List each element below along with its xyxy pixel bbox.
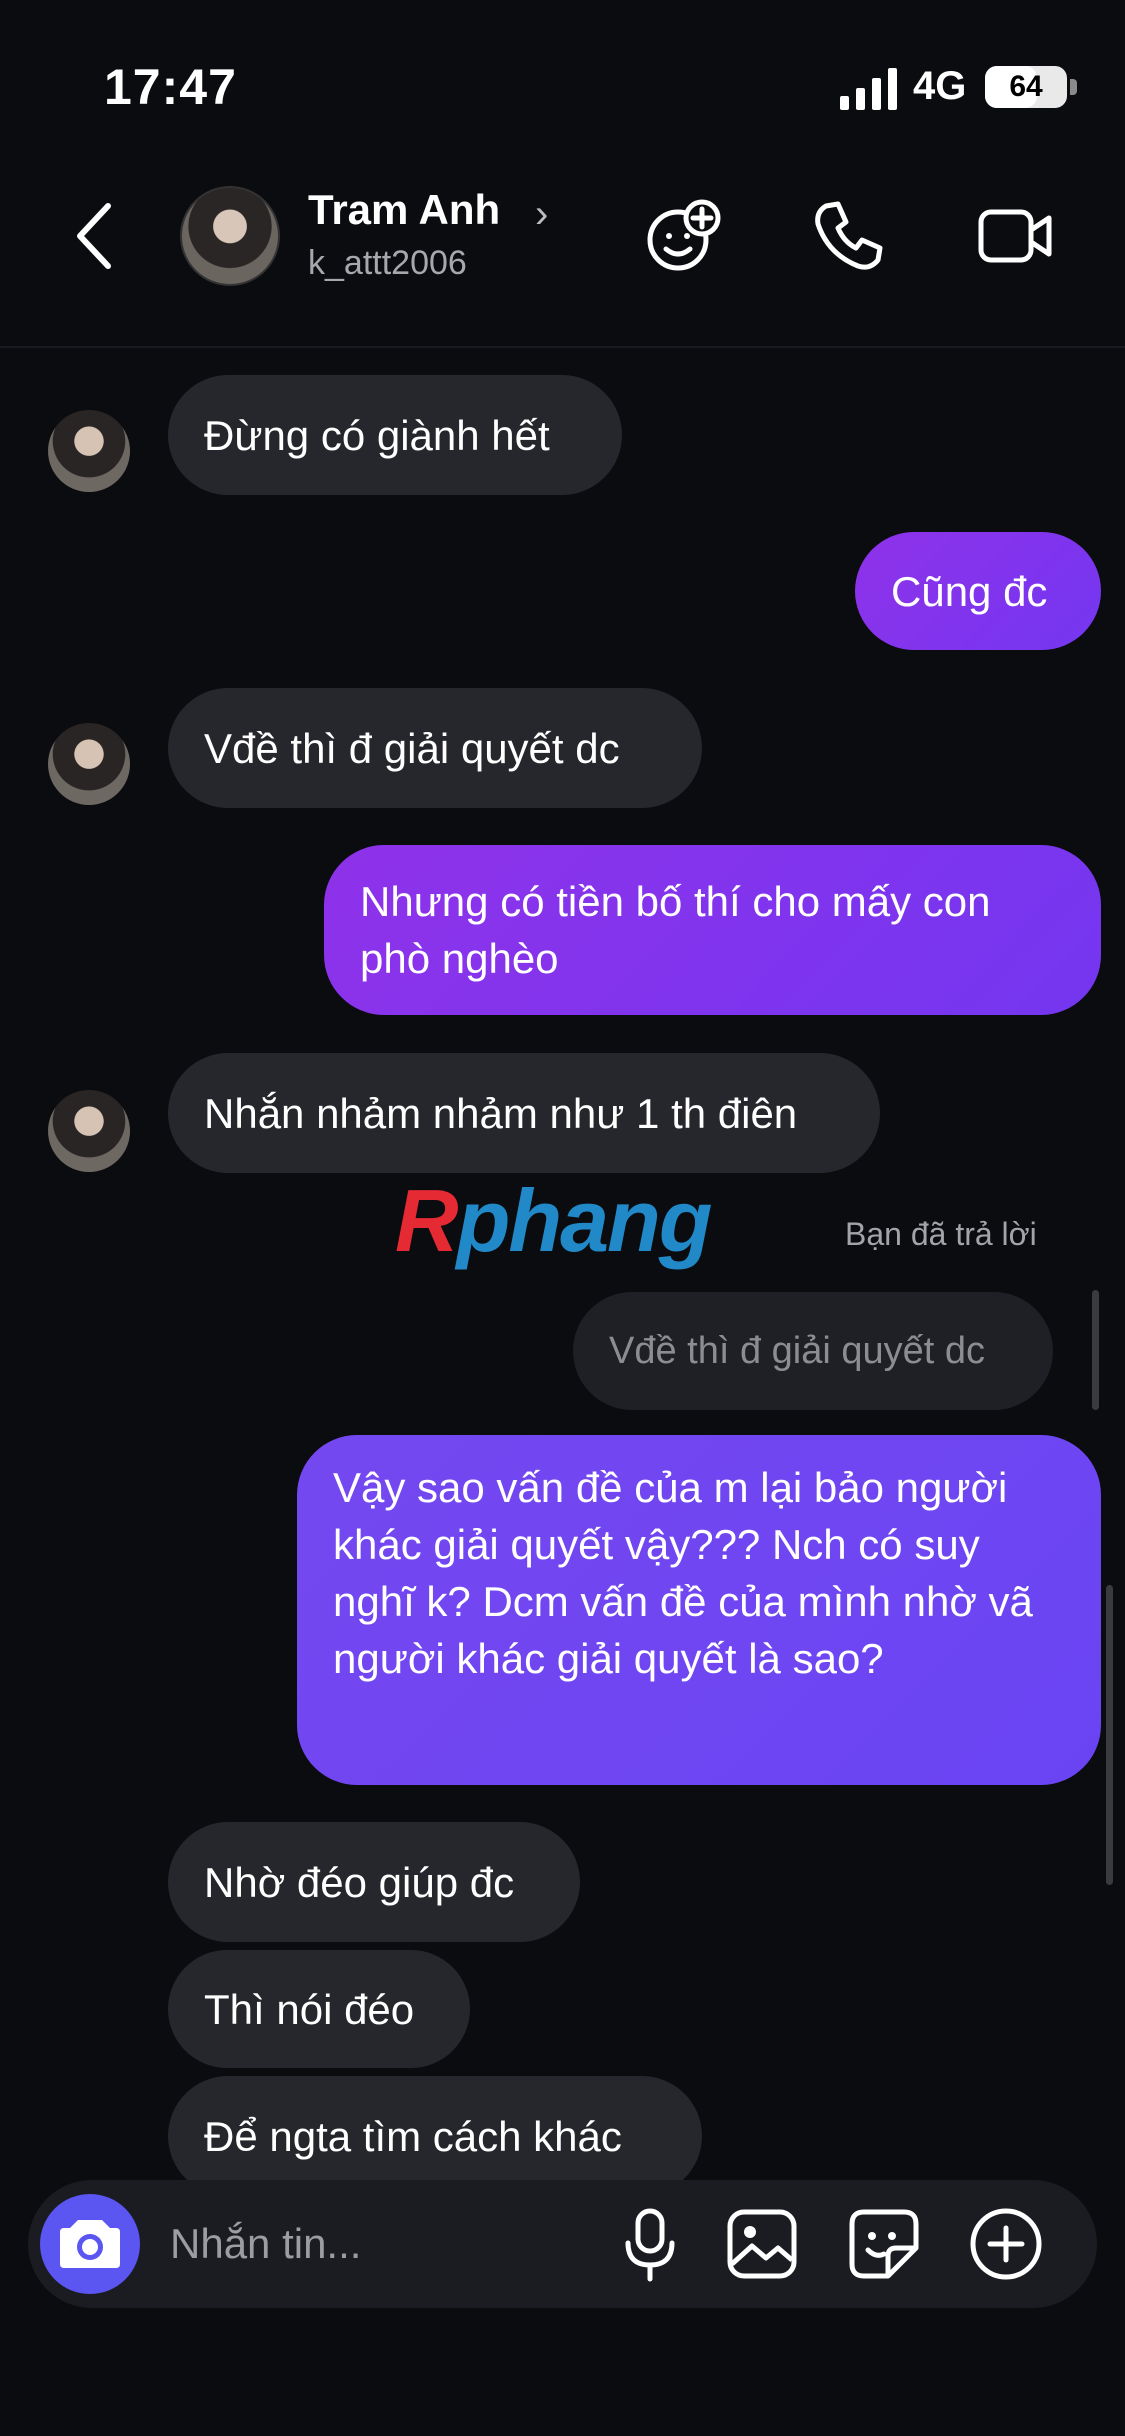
message-text: Thì nói đéo <box>204 1985 415 2033</box>
microphone-icon[interactable] <box>620 2205 680 2285</box>
signal-icon <box>840 68 897 110</box>
message-text: Nhờ đéo giúp đc <box>204 1858 515 1906</box>
phone-icon[interactable] <box>808 196 888 276</box>
message-incoming[interactable]: Đừng có giành hết <box>168 375 622 495</box>
reply-scroll-indicator <box>1092 1290 1099 1410</box>
contact-handle: k_attt2006 <box>308 244 467 282</box>
battery-indicator: 64 <box>985 66 1067 108</box>
message-text: Nhắn nhảm nhảm như 1 th điên <box>204 1089 798 1137</box>
message-text: Vđề thì đ giải quyết dc <box>204 724 620 772</box>
gallery-icon[interactable] <box>726 2208 798 2280</box>
message-outgoing[interactable]: Nhưng có tiền bố thí cho mấy con phò ngh… <box>324 845 1101 1015</box>
back-icon[interactable] <box>70 200 120 272</box>
message-incoming[interactable]: Để ngta tìm cách khác <box>168 2076 702 2196</box>
scrollbar[interactable] <box>1106 1585 1113 1885</box>
contact-avatar-small[interactable] <box>48 410 130 492</box>
message-text: Cũng đc <box>891 567 1048 615</box>
sticker-icon[interactable] <box>848 2208 920 2280</box>
reply-quote-text: Vđề thì đ giải quyết dc <box>609 1329 986 1372</box>
message-text: Vậy sao vấn đề của m lại bảo người khác … <box>333 1464 1033 1682</box>
message-incoming[interactable]: Thì nói đéo <box>168 1950 470 2068</box>
contact-avatar[interactable] <box>180 186 280 286</box>
contact-avatar-small[interactable] <box>48 1090 130 1172</box>
chevron-right-icon[interactable]: › <box>535 192 548 237</box>
battery-cap <box>1070 79 1077 95</box>
network-label: 4G <box>913 64 967 108</box>
message-text: Đừng có giành hết <box>204 411 550 459</box>
message-text: Nhưng có tiền bố thí cho mấy con phò ngh… <box>360 878 991 982</box>
camera-icon <box>60 2220 120 2268</box>
contact-avatar-small[interactable] <box>48 723 130 805</box>
battery-level: 64 <box>1009 70 1043 103</box>
watermark-logo: Rphang <box>395 1170 713 1272</box>
message-incoming[interactable]: Vđề thì đ giải quyết dc <box>168 688 702 808</box>
status-time: 17:47 <box>104 59 237 115</box>
add-icon[interactable] <box>968 2206 1044 2282</box>
reply-label: Bạn đã trả lời <box>845 1216 1037 1252</box>
contact-name[interactable]: Tram Anh <box>308 186 500 234</box>
watermark-rest: phang <box>456 1171 713 1270</box>
message-incoming[interactable]: Nhờ đéo giúp đc <box>168 1822 580 1942</box>
header-divider <box>0 346 1125 348</box>
message-input[interactable] <box>168 2215 572 2273</box>
camera-button[interactable] <box>40 2194 140 2294</box>
watermark-first-letter: R <box>395 1171 459 1270</box>
video-icon[interactable] <box>975 196 1055 276</box>
message-outgoing[interactable]: Vậy sao vấn đề của m lại bảo người khác … <box>297 1435 1101 1785</box>
reply-quote[interactable]: Vđề thì đ giải quyết dc <box>573 1292 1053 1410</box>
message-text: Để ngta tìm cách khác <box>204 2112 622 2160</box>
message-outgoing[interactable]: Cũng đc <box>855 532 1101 650</box>
chat-header <box>0 170 1125 345</box>
message-incoming[interactable]: Nhắn nhảm nhảm như 1 th điên <box>168 1053 880 1173</box>
add-friend-icon[interactable] <box>644 196 724 276</box>
